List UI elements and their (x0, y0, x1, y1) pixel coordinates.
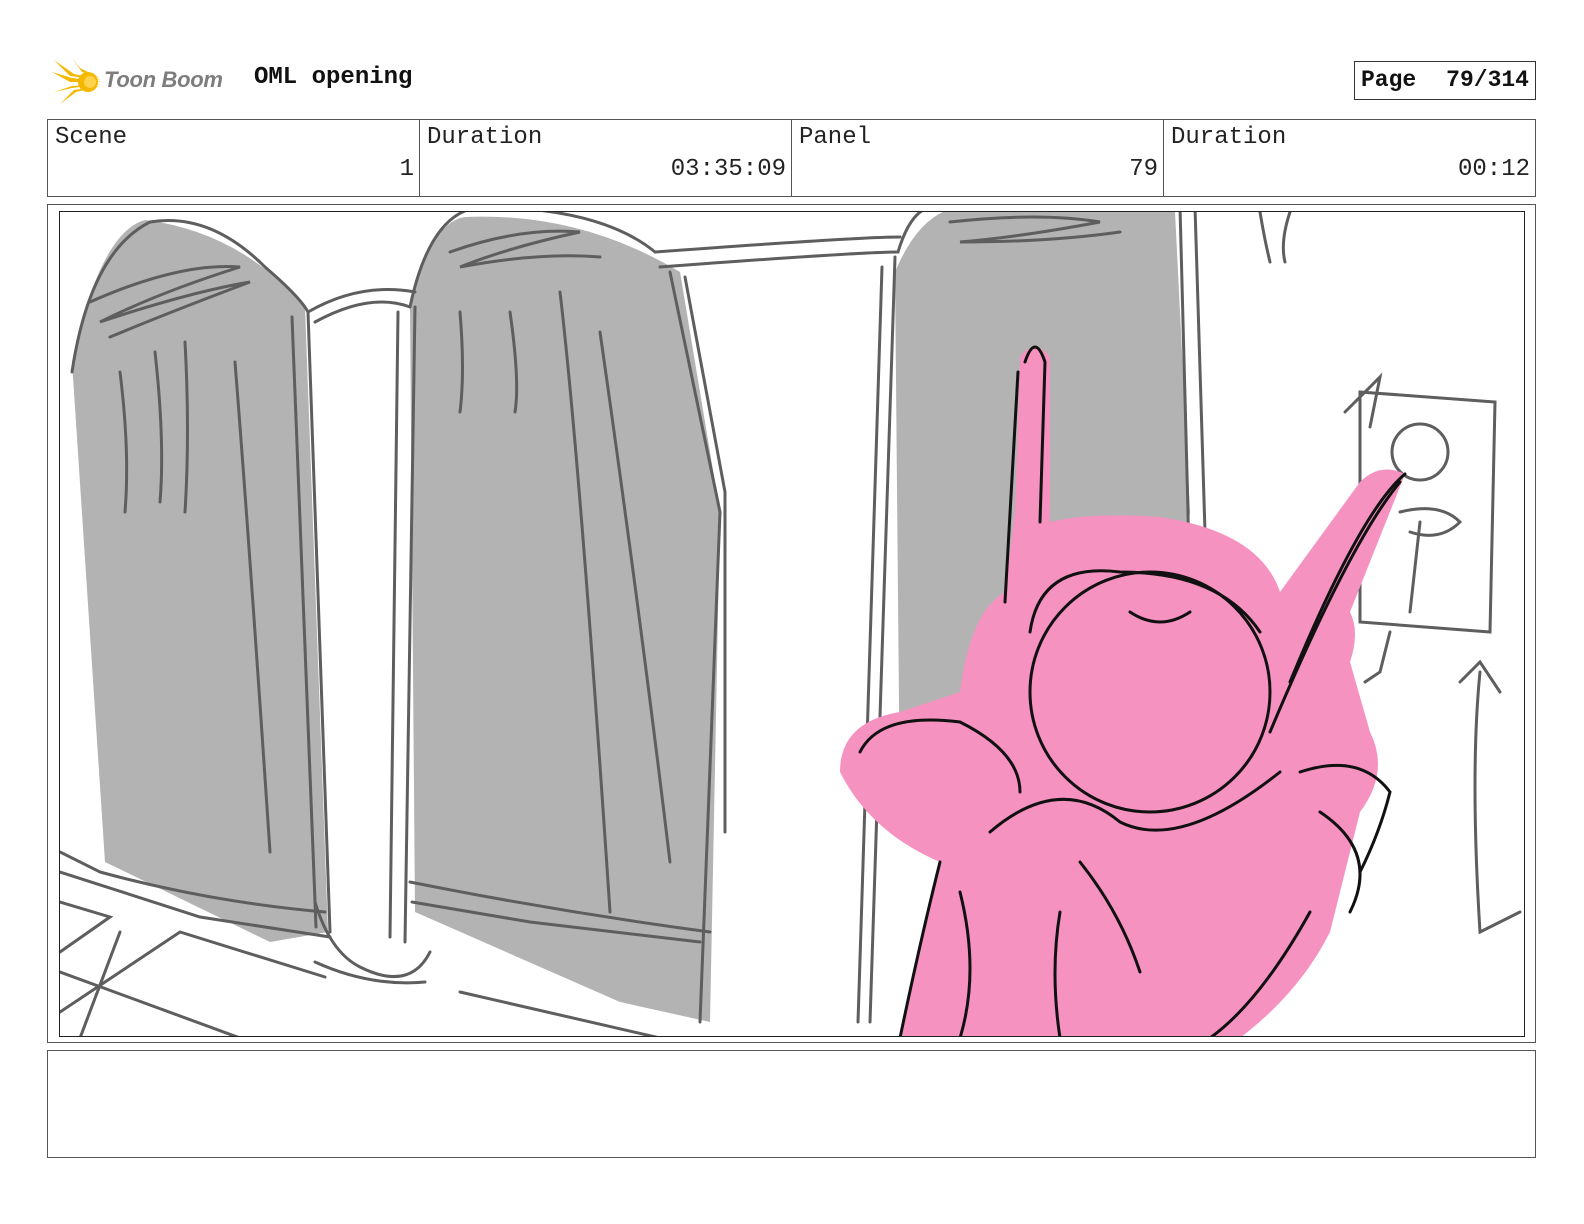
starburst-icon (52, 58, 102, 104)
scene-label: Scene (55, 124, 128, 151)
project-title: OML opening (254, 64, 413, 91)
panel-duration-value: 00:12 (1457, 156, 1530, 183)
scene-value: 1 (399, 156, 414, 183)
scene-duration-value: 03:35:09 (670, 156, 786, 183)
toon-boom-logo: Toon Boom (52, 56, 242, 106)
scene-cell: Scene 1 (48, 120, 420, 196)
page-number: 79/314 (1446, 67, 1529, 93)
scene-duration-cell: Duration 03:35:09 (420, 120, 792, 196)
logo-text: Toon Boom (104, 67, 223, 92)
panel-cell: Panel 79 (792, 120, 1164, 196)
storyboard-sketch (60, 212, 1522, 1036)
panel-info-table: Scene 1 Duration 03:35:09 Panel 79 Durat… (47, 119, 1536, 197)
panel-value: 79 (1129, 156, 1158, 183)
page-label: Page (1361, 67, 1417, 93)
panel-duration-label: Duration (1171, 124, 1287, 151)
scene-duration-label: Duration (427, 124, 543, 151)
panel-notes-box (47, 1050, 1536, 1158)
panel-duration-cell: Duration 00:12 (1164, 120, 1535, 196)
panel-label: Panel (799, 124, 872, 151)
storyboard-drawing (59, 211, 1525, 1037)
page-indicator: Page 79/314 (1354, 61, 1536, 100)
